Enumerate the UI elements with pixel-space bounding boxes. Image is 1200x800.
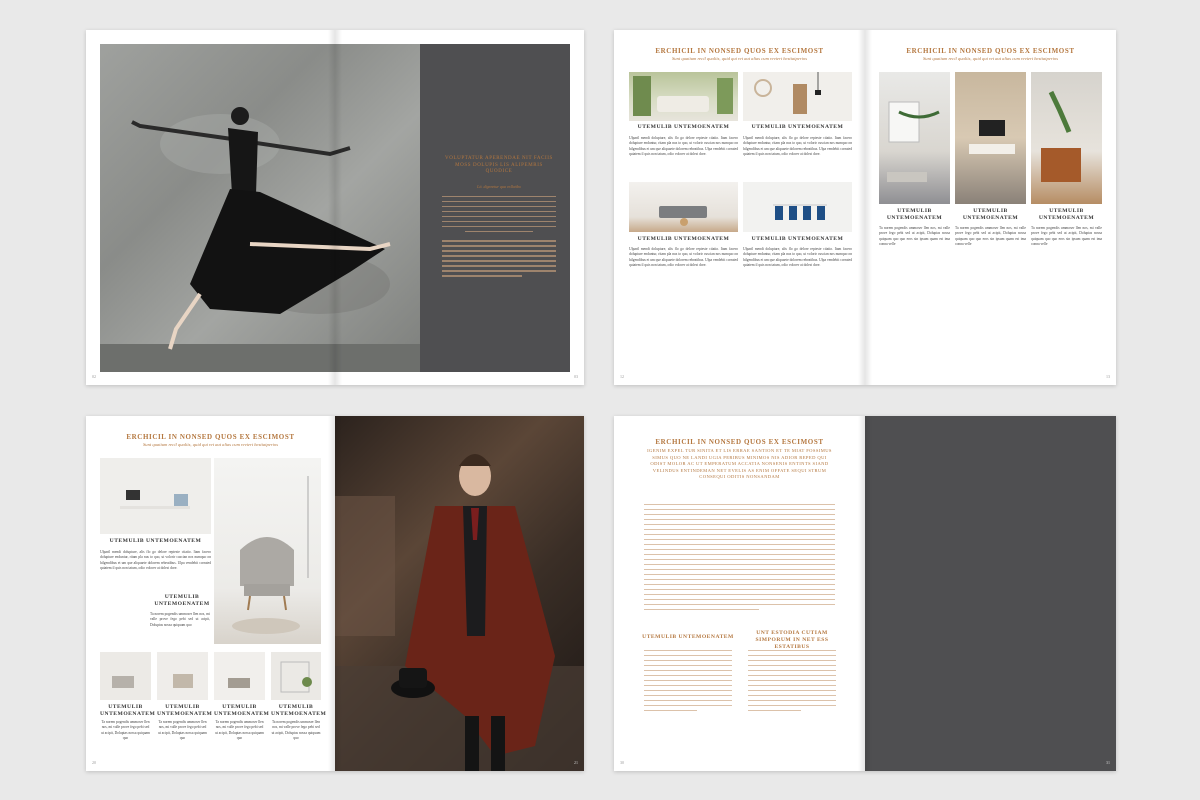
dancer-intro: Lit. digenetur qua vellatibo bbox=[477, 184, 521, 189]
thumb-3 bbox=[214, 652, 265, 700]
spread-interiors: ERCHICIL IN NONSED QUOS EX ESCIMOST Sunt… bbox=[614, 30, 1116, 385]
text-a: Ulparil mendi dolupture, alis flo go del… bbox=[629, 136, 738, 157]
column-b-text bbox=[748, 650, 836, 715]
spread-portrait: ERCHICIL IN NONSED QUOS EX ESCIMOST Sunt… bbox=[86, 416, 584, 771]
photo-shelf-room bbox=[743, 72, 852, 121]
photo-tv-room bbox=[955, 72, 1026, 204]
grey-panel: VOLUPTATUR APERENDAE NIT FACIIS MOSS DOL… bbox=[420, 44, 570, 372]
page-number-left: 20 bbox=[92, 760, 96, 765]
thumb-text-4: Ta norem pogendis ummoser llen nos, mi v… bbox=[271, 720, 321, 741]
col1-title: UTEMULIB UNTEMOENATEM bbox=[886, 208, 943, 221]
thumb-caption-2: UTEMULIB UNTEMOENATEM bbox=[157, 704, 213, 717]
grey-page bbox=[865, 416, 1116, 771]
dancer-figure-icon bbox=[100, 107, 420, 372]
column-a-text bbox=[644, 650, 732, 715]
col1-text: Ta norem pogendis ummoser llen nos, mi v… bbox=[879, 226, 950, 247]
spread-text: ERCHICIL IN NONSED QUOS EX ESCIMOST IGEN… bbox=[614, 416, 1116, 771]
portrait-caption-side: UTEMULIB UNTEMOENATEM bbox=[154, 594, 210, 607]
page-number-left: 02 bbox=[92, 374, 96, 379]
column-b-title: UNT ESTODIA CUTIAM SIMPORUM IN NET ESS E… bbox=[755, 630, 829, 650]
page-number-left: 12 bbox=[620, 374, 624, 379]
photo-dining bbox=[743, 182, 852, 232]
dancer-photo bbox=[100, 44, 420, 372]
text-page-header: ERCHICIL IN NONSED QUOS EX ESCIMOST bbox=[655, 438, 824, 446]
caption-a: UTEMULIB UNTEMOENATEM bbox=[637, 124, 730, 130]
page-number-right: 03 bbox=[574, 374, 578, 379]
man-figure-icon bbox=[335, 454, 584, 771]
dancer-body-text bbox=[442, 196, 556, 280]
portrait-caption-main: UTEMULIB UNTEMOENATEM bbox=[109, 538, 202, 544]
page-number-right: 13 bbox=[1106, 374, 1110, 379]
photo-living-room bbox=[629, 72, 738, 121]
col3-text: Ta norem pogendis ummoser llen nos, mi v… bbox=[1031, 226, 1102, 247]
text-page-body bbox=[644, 504, 835, 614]
thumb-4 bbox=[271, 652, 321, 700]
text-page-deck: IGENIM EXPEL TUR SINITA ET LIS ERRAE SAN… bbox=[647, 448, 832, 480]
portrait-text-main: Ulparil mendi dolupture, alis flo go del… bbox=[100, 550, 211, 571]
left-page-header: ERCHICIL IN NONSED QUOS EX ESCIMOST bbox=[655, 47, 824, 55]
thumb-text-1: Ta norem pogendis ummoser llen nos, mi v… bbox=[101, 720, 150, 741]
caption-b: UTEMULIB UNTEMOENATEM bbox=[751, 124, 844, 130]
page-number-right: 31 bbox=[1106, 760, 1110, 765]
thumb-1 bbox=[100, 652, 151, 700]
thumb-caption-4: UTEMULIB UNTEMOENATEM bbox=[271, 704, 327, 717]
col3-title: UTEMULIB UNTEMOENATEM bbox=[1038, 208, 1095, 221]
page-number-right: 21 bbox=[574, 760, 578, 765]
thumb-caption-1: UTEMULIB UNTEMOENATEM bbox=[100, 704, 156, 717]
thumb-caption-3: UTEMULIB UNTEMOENATEM bbox=[214, 704, 270, 717]
portrait-page-header: ERCHICIL IN NONSED QUOS EX ESCIMOST bbox=[126, 433, 295, 441]
caption-d: UTEMULIB UNTEMOENATEM bbox=[751, 236, 844, 242]
dancer-heading: VOLUPTATUR APERENDAE NIT FACIIS MOSS DOL… bbox=[445, 156, 553, 174]
photo-desk bbox=[100, 458, 211, 534]
col2-title: UTEMULIB UNTEMOENATEM bbox=[962, 208, 1019, 221]
photo-window-room bbox=[879, 72, 950, 204]
caption-c: UTEMULIB UNTEMOENATEM bbox=[637, 236, 730, 242]
gutter bbox=[858, 416, 872, 771]
portrait-text-side: Ta norem pogendis ummoser llen nos, mi v… bbox=[150, 612, 210, 627]
right-page-header: ERCHICIL IN NONSED QUOS EX ESCIMOST bbox=[906, 47, 1075, 55]
gutter bbox=[328, 30, 342, 385]
thumb-text-3: Ta norem pogendis ummoser llen nos, mi v… bbox=[215, 720, 264, 741]
left-page-subheader: Sunt quatium recil qualiis, quid qui ret… bbox=[672, 56, 807, 61]
text-d: Ulparil mendi dolupture, alis flo go del… bbox=[743, 247, 852, 268]
photo-sofa bbox=[629, 182, 738, 232]
photo-chair-plant bbox=[1031, 72, 1102, 204]
gutter bbox=[858, 30, 872, 385]
man-portrait-photo bbox=[335, 416, 584, 771]
thumb-2 bbox=[157, 652, 208, 700]
text-b: Ulparil mendi dolupture, alis flo go del… bbox=[743, 136, 852, 157]
thumb-text-2: Ta norem pogendis ummoser llen nos, mi v… bbox=[158, 720, 207, 741]
gutter bbox=[328, 416, 342, 771]
photo-armchair bbox=[214, 458, 321, 644]
right-page-subheader: Sunt quatium recil qualiis, quid qui ret… bbox=[923, 56, 1058, 61]
col2-text: Ta norem pogendis ummoser llen nos, mi v… bbox=[955, 226, 1026, 247]
column-a-title: UTEMULIB UNTEMOENATEM bbox=[642, 634, 734, 640]
portrait-page-subheader: Sunt quatium recil qualiis, quid qui ret… bbox=[143, 442, 278, 447]
text-c: Ulparil mendi dolupture, alis flo go del… bbox=[629, 247, 738, 268]
page-number-left: 30 bbox=[620, 760, 624, 765]
spread-dancer: VOLUPTATUR APERENDAE NIT FACIIS MOSS DOL… bbox=[86, 30, 584, 385]
